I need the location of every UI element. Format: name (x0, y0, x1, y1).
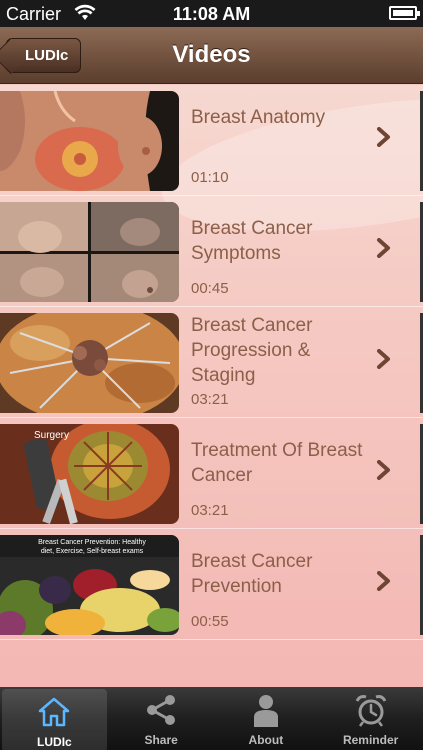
video-title: Breast Cancer Symptoms (191, 218, 313, 264)
battery-icon (389, 6, 420, 20)
video-row-breast-cancer-progression-staging[interactable]: Breast Cancer Progression & Staging 03:2… (0, 307, 423, 418)
video-thumbnail[interactable]: Surgery (0, 424, 179, 524)
chevron-right-icon (377, 238, 390, 258)
tab-label: LUDIc (37, 735, 72, 749)
video-row-breast-anatomy[interactable]: Breast Anatomy 01:10 (0, 85, 423, 196)
video-title: Treatment Of Breast Cancer (191, 440, 363, 486)
video-duration: 03:21 (191, 502, 229, 519)
video-duration: 00:55 (191, 613, 229, 630)
status-time: 11:08 AM (172, 4, 251, 24)
video-title: Breast Cancer Progression & Staging (191, 315, 313, 386)
thumbnail-overlay-text: Breast Cancer Prevention: Healthy diet, … (38, 539, 146, 555)
chevron-right-icon (377, 127, 390, 147)
video-row-treatment-of-breast-cancer[interactable]: Surgery Treatment Of Breast Cancer 03:21 (0, 418, 423, 529)
chevron-right-icon (377, 460, 390, 480)
video-duration: 00:45 (191, 280, 229, 297)
video-title: Breast Anatomy (191, 107, 326, 128)
tab-label: Reminder (342, 733, 399, 747)
video-thumbnail[interactable] (0, 91, 179, 191)
tab-label: Share (144, 733, 178, 747)
navigation-bar: LUDIc Videos (0, 27, 423, 84)
home-icon (39, 697, 70, 727)
video-title: Breast Cancer Prevention (191, 551, 313, 597)
tab-share[interactable]: Share (109, 687, 214, 750)
video-row-breast-cancer-prevention[interactable]: Breast Cancer Prevention: Healthy diet, … (0, 529, 423, 640)
tab-ludic[interactable]: LUDIc (2, 689, 107, 750)
alarm-clock-icon (355, 695, 386, 727)
video-duration: 01:10 (191, 169, 229, 186)
page-title: Videos (172, 41, 251, 68)
tab-label: About (248, 733, 284, 747)
status-bar: Carrier 11:08 AM (0, 0, 423, 27)
video-thumbnail[interactable]: Breast Cancer Prevention: Healthy diet, … (0, 535, 179, 635)
chevron-right-icon (377, 571, 390, 591)
video-row-breast-cancer-symptoms[interactable]: Breast Cancer Symptoms 00:45 (0, 196, 423, 307)
video-thumbnail[interactable] (0, 202, 179, 302)
chevron-right-icon (377, 349, 390, 369)
video-duration: 03:21 (191, 391, 229, 408)
tab-about[interactable]: About (214, 687, 319, 750)
thumbnail-overlay-text: Surgery (34, 430, 70, 441)
tab-reminder[interactable]: Reminder (318, 687, 423, 750)
video-thumbnail[interactable] (0, 313, 179, 413)
video-list[interactable]: Breast Anatomy 01:10 Breast Cancer Sympt… (0, 85, 423, 687)
tab-bar: LUDIc Share About Reminder (0, 687, 423, 750)
share-icon (147, 695, 176, 725)
person-icon (253, 695, 278, 727)
